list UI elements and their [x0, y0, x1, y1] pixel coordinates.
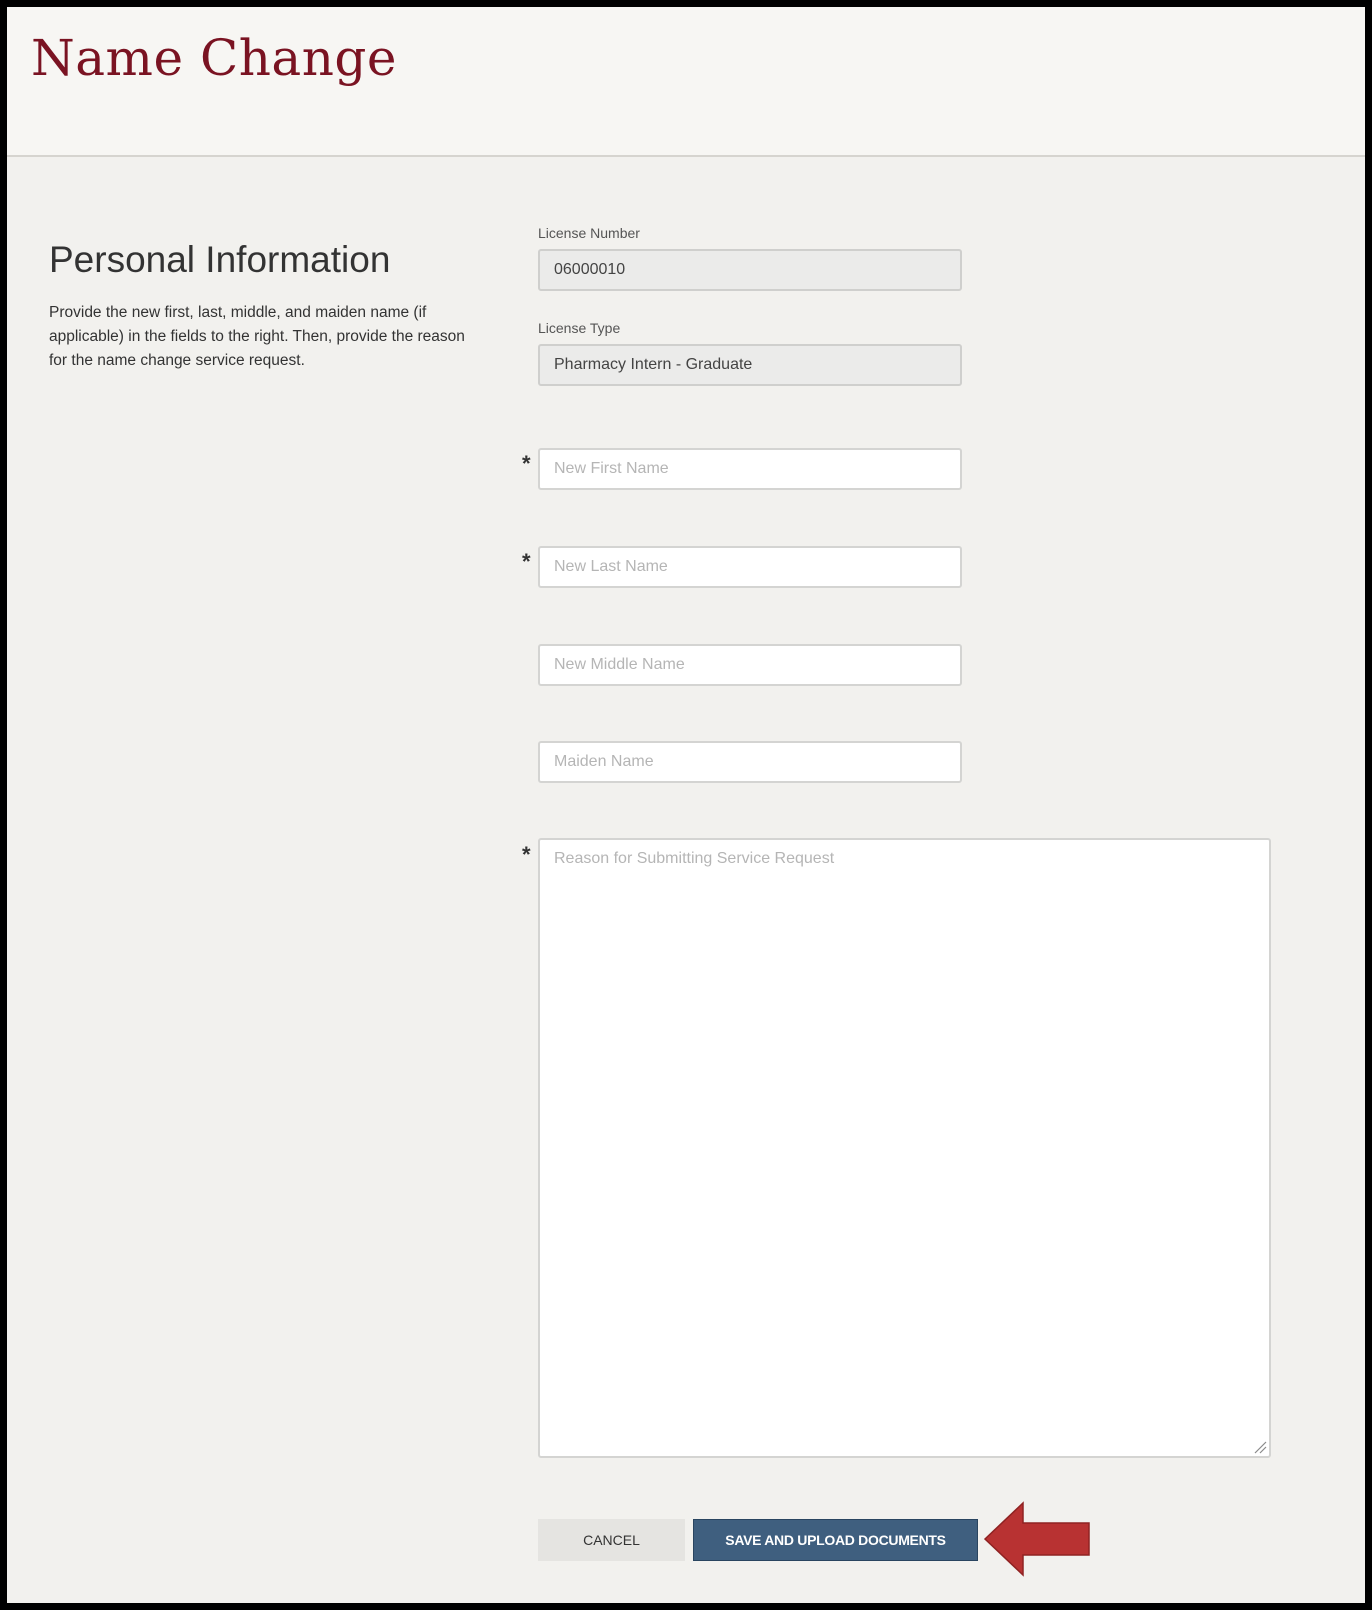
cancel-button[interactable]: CANCEL	[538, 1519, 685, 1561]
last-name-input[interactable]	[538, 546, 962, 588]
page-frame: Name Change Personal Information Provide…	[0, 0, 1372, 1610]
resize-grip-icon[interactable]	[1253, 1440, 1267, 1454]
maiden-name-input[interactable]	[538, 741, 962, 783]
license-type-label: License Type	[538, 320, 621, 336]
required-marker: *	[522, 451, 531, 476]
section-description: Provide the new first, last, middle, and…	[49, 304, 465, 369]
required-marker: *	[522, 549, 531, 574]
reason-textarea[interactable]	[538, 838, 1271, 1458]
page-title: Name Change	[31, 29, 398, 87]
annotation-arrow-icon	[983, 1501, 1090, 1577]
page-header: Name Change	[7, 7, 1365, 157]
middle-name-input[interactable]	[538, 644, 962, 686]
license-number-field: 06000010	[538, 249, 962, 291]
required-marker: *	[522, 842, 531, 867]
first-name-input[interactable]	[538, 448, 962, 490]
license-number-label: License Number	[538, 225, 640, 241]
save-and-upload-button[interactable]: SAVE AND UPLOAD DOCUMENTS	[693, 1519, 978, 1561]
license-type-field: Pharmacy Intern - Graduate	[538, 344, 962, 386]
section-title: Personal Information	[49, 239, 391, 280]
